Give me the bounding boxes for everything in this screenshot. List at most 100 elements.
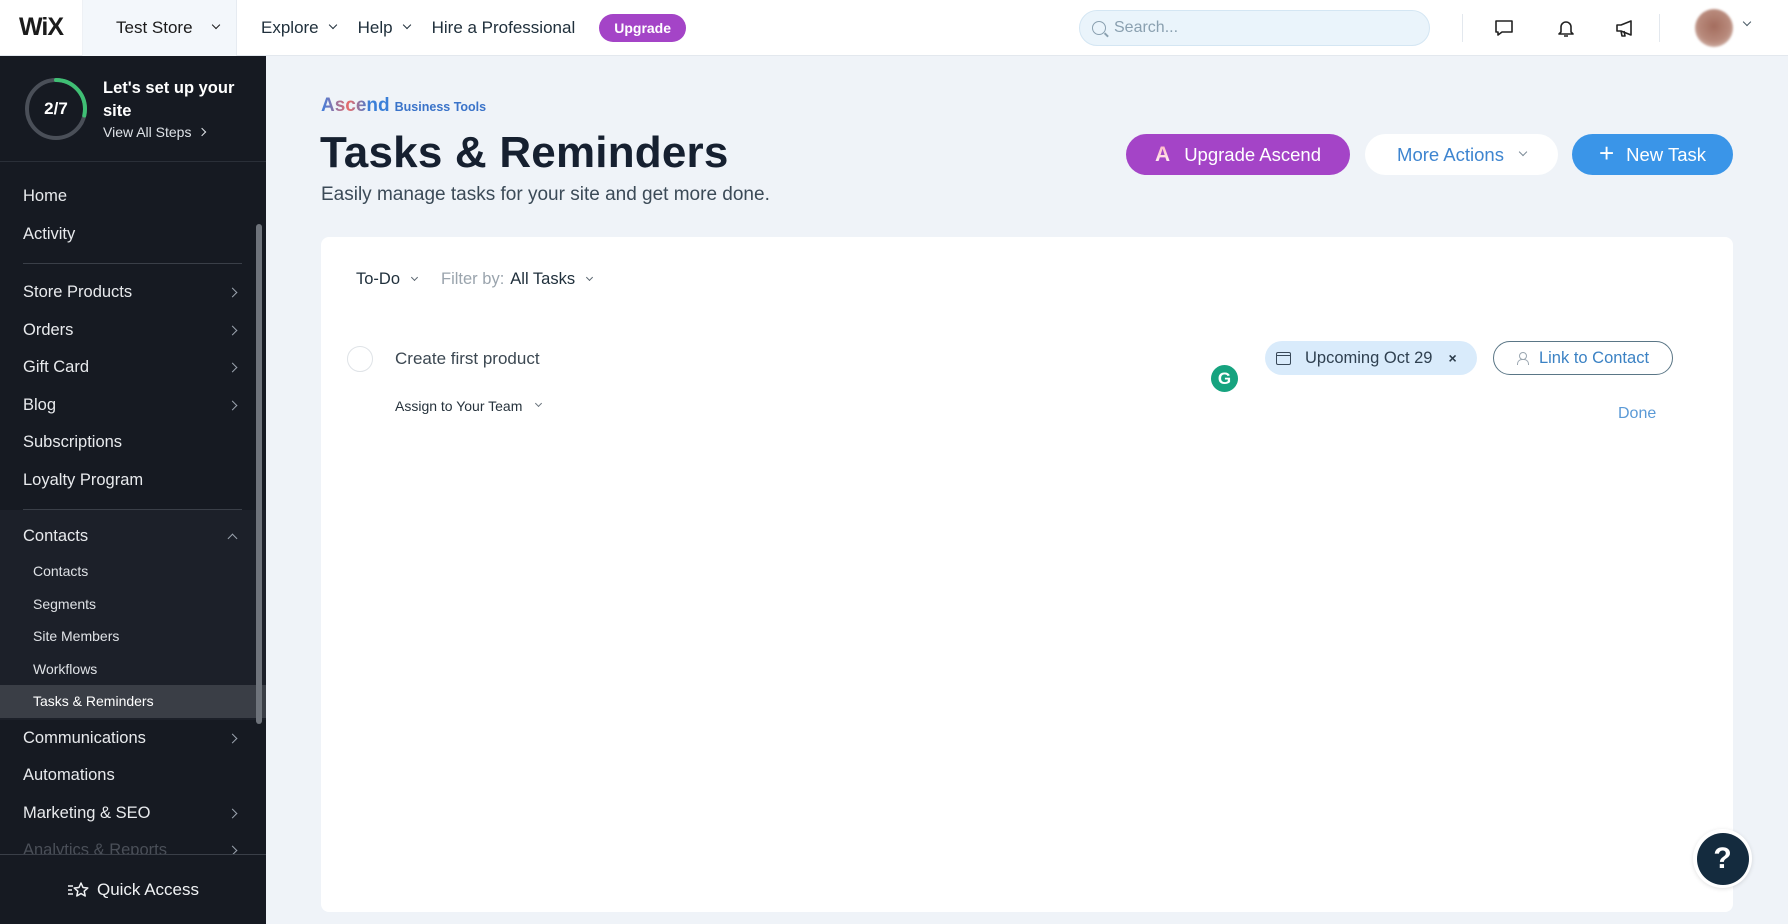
nav-explore-label: Explore <box>261 17 319 37</box>
sidebar-item-orders[interactable]: Orders <box>0 312 266 350</box>
sidebar-item-activity[interactable]: Activity <box>0 216 266 254</box>
site-selector[interactable]: Test Store <box>82 0 237 56</box>
chevron-right-icon <box>227 325 238 336</box>
sidebar-item-label: Automations <box>23 766 115 785</box>
chevron-up-icon <box>227 533 238 544</box>
bell-icon[interactable] <box>1552 14 1580 42</box>
ascend-brand-sub: Business Tools <box>394 100 487 114</box>
nav-hire-professional[interactable]: Hire a Professional <box>432 18 576 38</box>
chevron-down-icon <box>535 399 543 408</box>
sidebar-item-gift-card[interactable]: Gift Card <box>0 349 266 387</box>
search-placeholder: Search... <box>1114 19 1179 36</box>
sidebar-item-label: Blog <box>23 395 57 414</box>
sidebar-item-label: Home <box>23 187 68 206</box>
sidebar-item-label: Contacts <box>23 527 89 545</box>
sidebar-scrollbar[interactable] <box>256 224 262 724</box>
progress-label: 2/7 <box>44 98 68 118</box>
quick-access-button[interactable]: Quick Access <box>0 854 266 924</box>
view-all-steps-link[interactable]: View All Steps <box>103 124 253 140</box>
chevron-down-icon <box>586 273 594 281</box>
nav-explore[interactable]: Explore <box>261 17 337 38</box>
new-task-button[interactable]: + New Task <box>1572 134 1733 175</box>
nav-help[interactable]: Help <box>357 17 411 38</box>
page-title: Tasks & Reminders <box>320 128 729 177</box>
status-filter-value: To-Do <box>356 270 401 288</box>
calendar-icon <box>1276 351 1291 365</box>
chevron-down-icon <box>211 20 220 30</box>
quick-access-icon <box>67 881 89 897</box>
assign-dropdown[interactable]: Assign to Your Team <box>395 398 543 414</box>
sidebar-subitem-segments[interactable]: Segments <box>0 588 266 621</box>
link-contact-label: Link to Contact <box>1538 348 1650 367</box>
sidebar-item-home[interactable]: Home <box>0 178 266 216</box>
quick-access-label: Quick Access <box>96 879 200 899</box>
sidebar-item-label: Gift Card <box>23 358 90 377</box>
sidebar-subitem-contacts[interactable]: Contacts <box>0 555 266 588</box>
sidebar-subitem-site-members[interactable]: Site Members <box>0 620 266 653</box>
sidebar-item-label: Communications <box>23 728 146 747</box>
chevron-down-icon <box>1518 147 1528 157</box>
chevron-right-icon <box>227 808 238 819</box>
page-subtitle: Easily manage tasks for your site and ge… <box>321 184 770 205</box>
sidebar-group-contacts: Contacts Contacts Segments Site Members … <box>0 510 266 720</box>
status-filter-dropdown[interactable]: To-Do <box>356 270 419 289</box>
help-button[interactable]: ? <box>1693 829 1752 888</box>
filter-label: Filter by: <box>441 270 505 288</box>
link-to-contact-button[interactable]: Link to Contact <box>1493 341 1673 375</box>
chevron-right-icon <box>227 733 238 744</box>
done-button[interactable]: Done <box>1618 405 1656 423</box>
megaphone-icon[interactable] <box>1611 14 1639 42</box>
upgrade-button[interactable]: Upgrade <box>599 13 687 42</box>
sidebar: 2/7 Let's set up your site View All Step… <box>0 56 266 924</box>
chevron-right-icon <box>198 127 207 137</box>
chevron-right-icon <box>227 287 238 298</box>
new-task-label: New Task <box>1626 143 1707 165</box>
sidebar-subitem-tasks-reminders[interactable]: Tasks & Reminders <box>0 685 266 718</box>
chevron-down-icon <box>328 20 337 30</box>
sidebar-item-store-products[interactable]: Store Products <box>0 274 266 312</box>
chat-icon[interactable] <box>1490 14 1518 42</box>
nav-help-label: Help <box>357 17 393 37</box>
sidebar-item-contacts[interactable]: Contacts <box>0 510 266 555</box>
setup-progress[interactable]: 2/7 Let's set up your site View All Step… <box>0 56 266 162</box>
search-icon <box>1092 21 1106 35</box>
divider <box>1659 14 1660 42</box>
plus-icon: + <box>1598 138 1615 168</box>
upgrade-ascend-button[interactable]: A Upgrade Ascend <box>1126 134 1350 175</box>
nav-hire-label: Hire a Professional <box>431 17 576 37</box>
chevron-down-icon[interactable] <box>1742 17 1752 27</box>
wix-logo[interactable]: WiX <box>0 0 82 56</box>
filter-value: All Tasks <box>510 270 576 288</box>
divider <box>23 263 242 264</box>
progress-ring: 2/7 <box>23 76 89 142</box>
sidebar-item-blog[interactable]: Blog <box>0 387 266 425</box>
top-bar: WiX Test Store Explore Help Hire a Profe… <box>0 0 1788 56</box>
filter-by-dropdown[interactable]: All Tasks <box>510 270 594 289</box>
more-actions-label: More Actions <box>1397 143 1504 165</box>
sidebar-item-subscriptions[interactable]: Subscriptions <box>0 424 266 462</box>
assignee-label: Assign to Your Team <box>395 398 523 414</box>
close-icon[interactable]: × <box>1448 350 1456 366</box>
search-input[interactable]: Search... <box>1079 10 1430 46</box>
sidebar-nav: Home Activity Store Products Orders Gift… <box>0 162 266 870</box>
sidebar-item-loyalty-program[interactable]: Loyalty Program <box>0 462 266 500</box>
user-avatar[interactable] <box>1695 9 1733 47</box>
ascend-brand-name: Ascend <box>321 95 390 116</box>
due-date-chip[interactable]: Upcoming Oct 29 × <box>1265 341 1477 375</box>
setup-title: Let's set up your site <box>103 79 235 120</box>
ascend-logo: Ascend Business Tools <box>321 95 486 117</box>
ascend-a-icon: A <box>1155 142 1171 166</box>
task-title[interactable]: Create first product <box>395 349 540 369</box>
sidebar-item-label: Store Products <box>23 283 133 302</box>
grammarly-icon[interactable]: G <box>1211 365 1238 392</box>
chevron-down-icon <box>410 273 419 281</box>
sidebar-item-marketing-seo[interactable]: Marketing & SEO <box>0 795 266 833</box>
sidebar-item-label: Subscriptions <box>23 433 123 452</box>
sidebar-item-communications[interactable]: Communications <box>0 720 266 758</box>
sidebar-item-automations[interactable]: Automations <box>0 757 266 795</box>
sidebar-subitem-workflows[interactable]: Workflows <box>0 653 266 686</box>
chevron-right-icon <box>227 362 238 373</box>
more-actions-button[interactable]: More Actions <box>1365 134 1558 175</box>
task-complete-checkbox[interactable] <box>347 346 373 372</box>
sidebar-item-label: Orders <box>23 320 74 339</box>
